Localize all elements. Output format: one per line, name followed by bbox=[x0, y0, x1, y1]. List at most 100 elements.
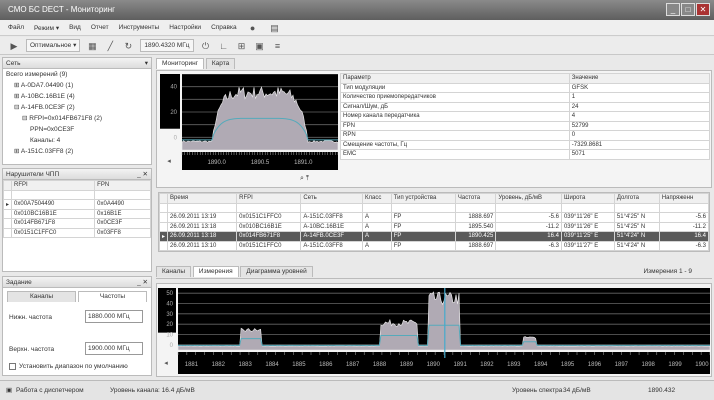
column-header[interactable]: Широта bbox=[560, 193, 615, 204]
menu-tools[interactable]: Инструменты bbox=[119, 24, 160, 31]
table-cell: -5.6 bbox=[495, 212, 562, 223]
menu-settings[interactable]: Настройки bbox=[169, 24, 201, 31]
channel-spectrum-chart[interactable]: 0 20 40 1890.0 1890.5 1891.0 ◂ bbox=[160, 74, 338, 170]
close-panel-icon[interactable]: _ ✕ bbox=[137, 169, 148, 180]
menu-help[interactable]: Справка bbox=[211, 24, 237, 31]
grid-icon[interactable]: ▦ bbox=[86, 40, 98, 52]
param-row[interactable]: EMC 5071 bbox=[340, 149, 711, 160]
y-tick-label: 50 bbox=[166, 291, 173, 297]
column-header[interactable]: Частота bbox=[454, 193, 497, 204]
table-row[interactable]: ▸ 26.09.2011 13:18 0x014FB671F8 A-14FB.0CE3… bbox=[158, 231, 710, 242]
zoom-icons[interactable]: ⌕ ⤒ bbox=[300, 175, 309, 183]
x-tick-label: 1887 bbox=[346, 362, 360, 368]
param-row[interactable]: Смещение частоты, Гц -7329.8681 bbox=[340, 139, 711, 150]
param-row[interactable]: FPN 52799 bbox=[340, 120, 711, 131]
table-cell: 51°4'25" N bbox=[613, 212, 660, 223]
menu-mode[interactable]: Режим ▾ bbox=[34, 24, 59, 32]
tab-frequencies[interactable]: Частоты bbox=[78, 291, 147, 302]
export-icon[interactable]: ▣ bbox=[254, 40, 266, 52]
column-header[interactable]: Время bbox=[167, 193, 238, 204]
tab-level-diagram[interactable]: Диаграмма уровней bbox=[240, 266, 313, 277]
tab-monitoring[interactable]: Мониторинг bbox=[156, 58, 205, 69]
refresh-icon[interactable]: ↻ bbox=[122, 40, 134, 52]
cursor-frequency: 1890.432 bbox=[648, 387, 676, 394]
param-row[interactable]: Сигнал/Шум, дБ 24 bbox=[340, 101, 711, 112]
table-cell: 0x0A4490 bbox=[94, 199, 151, 210]
mode-select[interactable]: Оптимальное ▾ bbox=[26, 39, 81, 52]
axis-icon[interactable]: ∟ bbox=[218, 40, 230, 52]
column-header[interactable]: Значение bbox=[568, 73, 711, 84]
filter-cell[interactable] bbox=[495, 202, 562, 213]
table-cell: 0x03FF8 bbox=[94, 227, 151, 238]
maximize-button[interactable]: □ bbox=[681, 3, 695, 16]
filter-cell[interactable] bbox=[167, 202, 238, 213]
table-row[interactable]: 0x010BC16B1E 0x16B1E bbox=[2, 208, 151, 219]
filter-cell[interactable] bbox=[658, 202, 710, 213]
tree-item[interactable]: ⊟ A-14FB.0CE3F (2) bbox=[3, 102, 151, 113]
power-icon[interactable]: ⏻ bbox=[200, 40, 212, 52]
filter-cell[interactable] bbox=[94, 189, 151, 200]
table-row[interactable]: ▸ 0x00A7504490 0x0A4490 bbox=[2, 199, 151, 210]
x-tick-label: 1895 bbox=[561, 362, 575, 368]
column-header[interactable]: FPN bbox=[94, 180, 151, 191]
column-header[interactable]: Класс bbox=[361, 193, 392, 204]
fit-icon[interactable]: ⊞ bbox=[236, 40, 248, 52]
filter-cell[interactable] bbox=[236, 202, 302, 213]
close-panel-icon[interactable]: _ ✕ bbox=[137, 277, 148, 288]
default-range-checkbox[interactable] bbox=[9, 363, 16, 370]
tab-channels[interactable]: Каналы bbox=[7, 291, 76, 302]
filter-cell[interactable] bbox=[560, 202, 615, 213]
param-row[interactable]: Тип модуляции GFSK bbox=[340, 82, 711, 93]
tab-measurements[interactable]: Измерения bbox=[192, 266, 239, 277]
param-row[interactable]: RPN 0 bbox=[340, 130, 711, 141]
close-button[interactable]: ✕ bbox=[696, 3, 710, 16]
table-cell: 26.09.2011 13:10 bbox=[167, 240, 238, 251]
tab-channels[interactable]: Каналы bbox=[156, 266, 192, 277]
tree-item[interactable]: ⊟ RFPI=0x014FB671F8 (2) bbox=[3, 113, 151, 124]
column-header[interactable]: Тип устройства bbox=[390, 193, 456, 204]
panorama-spectrum-chart[interactable]: 0 10 20 30 40 50 1881 1882 1883 1884 1885 1886 1887 1… bbox=[158, 288, 710, 374]
play-icon[interactable]: ▶ bbox=[8, 40, 20, 52]
tree-item[interactable]: PPN=0x0CE3F bbox=[3, 124, 151, 135]
high-freq-input[interactable]: 1900.000 МГц bbox=[85, 342, 143, 355]
column-header[interactable]: RFPI bbox=[236, 193, 302, 204]
pen-icon[interactable]: ╱ bbox=[104, 40, 116, 52]
param-row[interactable]: Номер канала передатчика 4 bbox=[340, 111, 711, 122]
minimize-button[interactable]: _ bbox=[666, 3, 680, 16]
param-row[interactable]: Количество приемопередатчиков 1 bbox=[340, 92, 711, 103]
column-header[interactable]: RFPI bbox=[11, 180, 96, 191]
column-header[interactable]: Параметр bbox=[340, 73, 570, 84]
table-row[interactable]: 0x0151C1FFC0 0x03FF8 bbox=[2, 227, 151, 238]
print-icon[interactable]: ▤ bbox=[269, 22, 281, 34]
tree-item[interactable]: ⊞ A-151C.03FF8 (2) bbox=[3, 146, 151, 157]
menu-file[interactable]: Файл bbox=[8, 24, 24, 31]
filter-cell[interactable] bbox=[361, 202, 392, 213]
table-row[interactable]: 0x014FB671F8 0x0CE3F bbox=[2, 218, 151, 229]
filter-cell[interactable] bbox=[454, 202, 497, 213]
menu-view[interactable]: Вид bbox=[69, 24, 81, 31]
column-header[interactable]: Долгота bbox=[613, 193, 660, 204]
menu-report[interactable]: Отчет bbox=[91, 24, 109, 31]
column-header[interactable]: Уровень, дБ/мВ bbox=[495, 193, 562, 204]
tree-item[interactable]: Всего измерений (9) bbox=[3, 69, 151, 80]
tree-item[interactable]: Каналы: 4 bbox=[3, 135, 151, 146]
list-icon[interactable]: ≡ bbox=[272, 40, 284, 52]
table-row[interactable]: 26.09.2011 13:10 0x0151C1FFC0 A-151C.03FF8… bbox=[158, 240, 710, 251]
table-row[interactable]: 26.09.2011 13:18 0x010BC16B1E A-10BC.16B1E… bbox=[158, 221, 710, 232]
table-row[interactable]: 26.09.2011 13:19 0x0151C1FFC0 A-151C.03FF8… bbox=[158, 212, 710, 223]
filter-cell[interactable] bbox=[390, 202, 456, 213]
row-marker bbox=[2, 208, 13, 219]
frequency-input[interactable]: 1890.4320 МГц bbox=[140, 39, 194, 52]
tree-item[interactable]: ⊞ A-10BC.16B1E (4) bbox=[3, 91, 151, 102]
filter-cell[interactable] bbox=[300, 202, 363, 213]
globe-icon[interactable]: ● bbox=[247, 22, 259, 34]
tree-item[interactable]: ⊞ A-0DA7.04490 (1) bbox=[3, 80, 151, 91]
filter-cell[interactable] bbox=[613, 202, 660, 213]
column-header[interactable]: Сеть bbox=[300, 193, 363, 204]
filter-cell[interactable] bbox=[11, 189, 96, 200]
low-freq-input[interactable]: 1880.000 МГц bbox=[85, 310, 143, 323]
tab-map[interactable]: Карта bbox=[205, 58, 236, 69]
x-tick-label: 1898 bbox=[642, 362, 656, 368]
pin-icon[interactable]: ▾ bbox=[145, 58, 148, 69]
column-header[interactable]: Напряженн bbox=[658, 193, 710, 204]
